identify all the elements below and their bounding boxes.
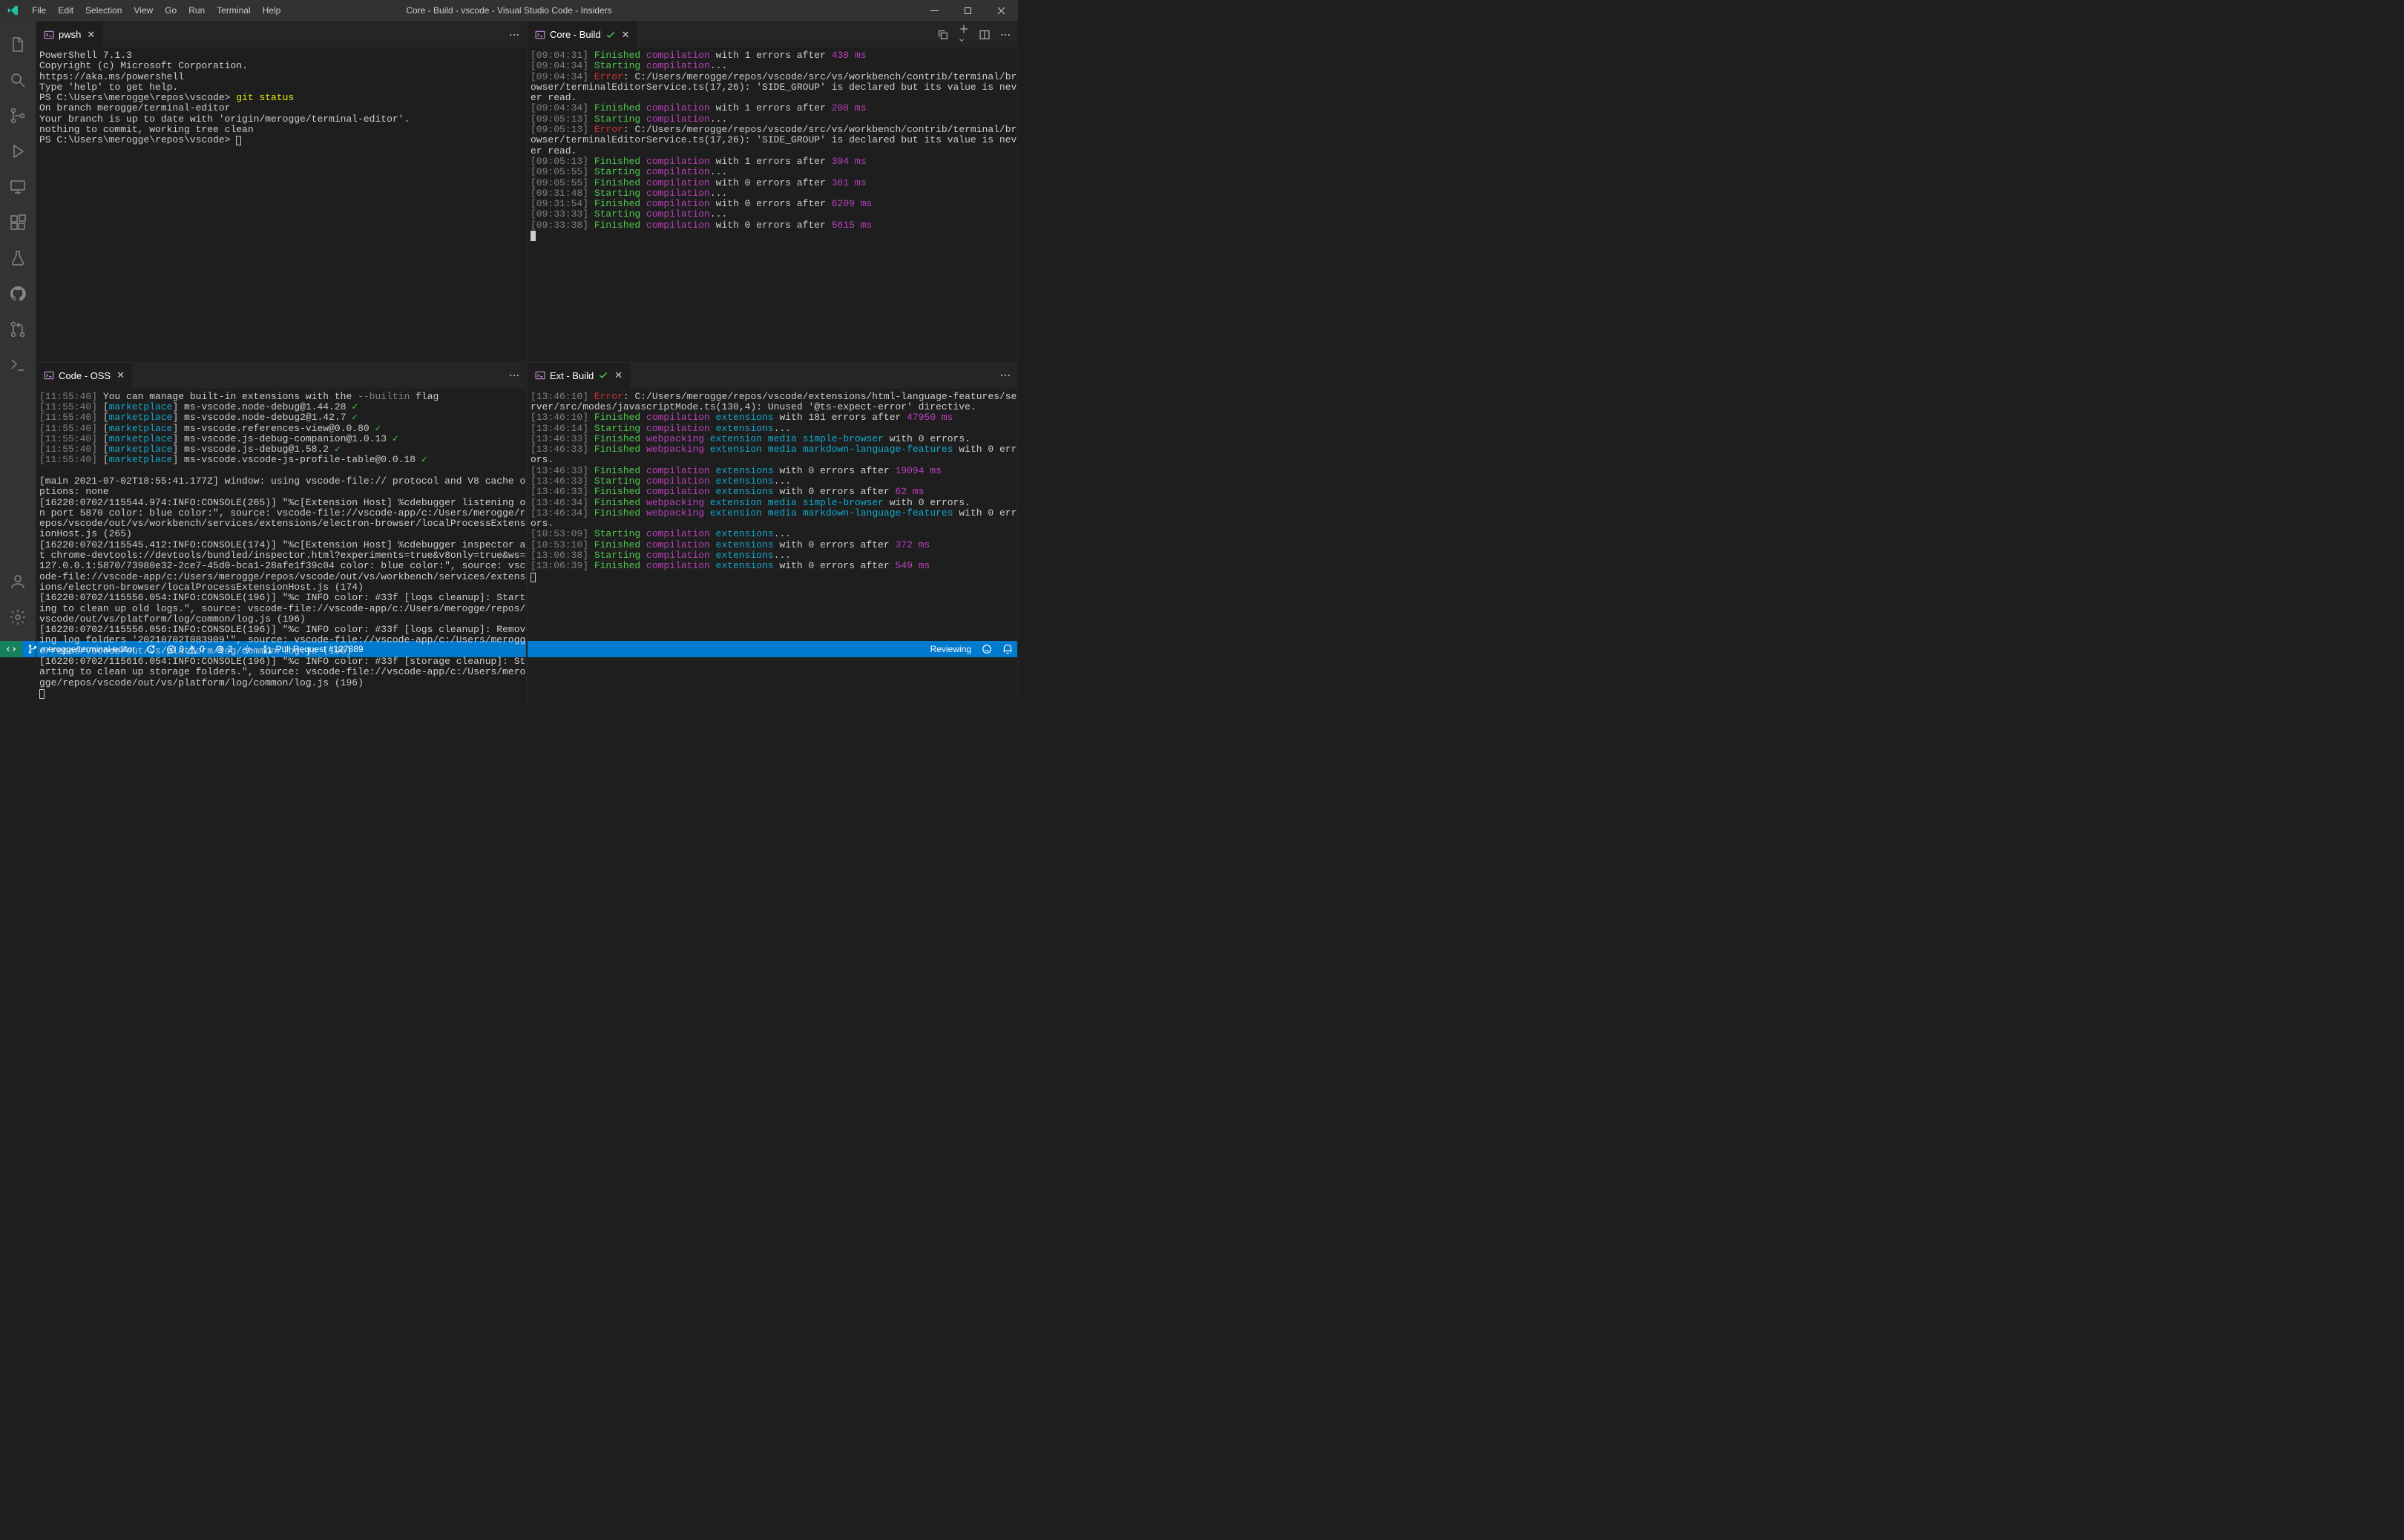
feedback-icon[interactable] [976, 641, 997, 657]
pull-request-icon[interactable] [0, 312, 36, 347]
add-icon[interactable] [958, 23, 970, 46]
tab-label: pwsh [59, 29, 81, 40]
problems-indicator[interactable]: 0 0 [161, 641, 209, 657]
tab-bar: Ext - Build ✕ [528, 363, 1017, 389]
terminal-icon [535, 30, 545, 40]
tab-pwsh[interactable]: pwsh ✕ [36, 22, 103, 47]
search-icon[interactable] [0, 62, 36, 98]
menu-run[interactable]: Run [183, 0, 211, 21]
tab-actions [937, 23, 1017, 46]
close-button[interactable] [985, 0, 1018, 21]
editor-area: pwsh ✕ PowerShell 7.1.3Copyright (c) Micro… [36, 21, 1018, 641]
remote-explorer-icon[interactable] [0, 169, 36, 205]
more-icon[interactable] [999, 369, 1011, 381]
menu-help[interactable]: Help [257, 0, 287, 21]
tab-bar: pwsh ✕ [36, 22, 526, 47]
close-icon[interactable]: ✕ [614, 369, 623, 381]
tab-actions [999, 369, 1017, 381]
menubar: FileEditSelectionViewGoRunTerminalHelp [26, 0, 286, 21]
terminal-icon [44, 30, 54, 40]
pull-request-status[interactable]: Pull Request #127889 [257, 641, 368, 657]
notifications-icon[interactable] [997, 641, 1018, 657]
debug-hint[interactable] [237, 641, 257, 657]
branch-indicator[interactable]: merogge/terminal-editor [22, 641, 140, 657]
ports-indicator[interactable]: 2 [210, 641, 238, 657]
tab-label: Core - Build [550, 29, 601, 40]
menu-view[interactable]: View [128, 0, 159, 21]
menu-file[interactable]: File [26, 0, 52, 21]
menu-selection[interactable]: Selection [79, 0, 128, 21]
check-icon [605, 30, 616, 40]
terminal-side-icon[interactable] [0, 347, 36, 383]
tab-label: Ext - Build [550, 370, 594, 381]
tab-core-build[interactable]: Core - Build ✕ [528, 22, 638, 47]
editor-pane-tl: pwsh ✕ PowerShell 7.1.3Copyright (c) Micro… [36, 21, 527, 362]
menu-edit[interactable]: Edit [52, 0, 79, 21]
remote-indicator[interactable] [0, 641, 22, 657]
more-icon[interactable] [508, 29, 520, 41]
terminal-output[interactable]: PowerShell 7.1.3Copyright (c) Microsoft … [36, 47, 526, 361]
reviewing-status[interactable]: Reviewing [925, 641, 976, 657]
window-controls [918, 0, 1018, 21]
branch-name: merogge/terminal-editor [41, 644, 135, 654]
titlebar: FileEditSelectionViewGoRunTerminalHelp C… [0, 0, 1018, 21]
github-icon[interactable] [0, 276, 36, 312]
terminal-icon [535, 370, 545, 381]
tab-bar: Code - OSS ✕ [36, 363, 526, 389]
source-control-icon[interactable] [0, 98, 36, 134]
terminal-output[interactable]: [09:04:31] Finished compilation with 1 e… [528, 47, 1017, 361]
tab-code-oss[interactable]: Code - OSS ✕ [36, 363, 133, 389]
editor-pane-tr: Core - Build ✕ [09:04:31] Finished compila… [527, 21, 1018, 362]
menu-terminal[interactable]: Terminal [211, 0, 256, 21]
copy-icon[interactable] [937, 29, 949, 41]
accounts-icon[interactable] [0, 564, 36, 599]
tab-label: Code - OSS [59, 370, 111, 381]
menu-go[interactable]: Go [159, 0, 183, 21]
window-title: Core - Build - vscode - Visual Studio Co… [406, 5, 611, 16]
extensions-icon[interactable] [0, 205, 36, 240]
close-icon[interactable]: ✕ [622, 29, 630, 41]
tab-ext-build[interactable]: Ext - Build ✕ [528, 363, 631, 389]
maximize-button[interactable] [951, 0, 985, 21]
explorer-icon[interactable] [0, 27, 36, 62]
settings-gear-icon[interactable] [0, 599, 36, 635]
vscode-logo [0, 4, 26, 16]
more-icon[interactable] [508, 369, 520, 381]
sync-indicator[interactable] [140, 641, 161, 657]
split-icon[interactable] [979, 29, 991, 41]
run-debug-icon[interactable] [0, 134, 36, 169]
tab-actions [508, 369, 526, 381]
testing-icon[interactable] [0, 240, 36, 276]
close-icon[interactable]: ✕ [87, 29, 95, 41]
more-icon[interactable] [999, 29, 1011, 41]
tab-bar: Core - Build ✕ [528, 22, 1017, 47]
terminal-icon [44, 370, 54, 381]
check-icon [598, 370, 608, 381]
minimize-button[interactable] [918, 0, 951, 21]
activity-bar [0, 21, 36, 641]
tab-actions [508, 29, 526, 41]
close-icon[interactable]: ✕ [116, 369, 125, 381]
